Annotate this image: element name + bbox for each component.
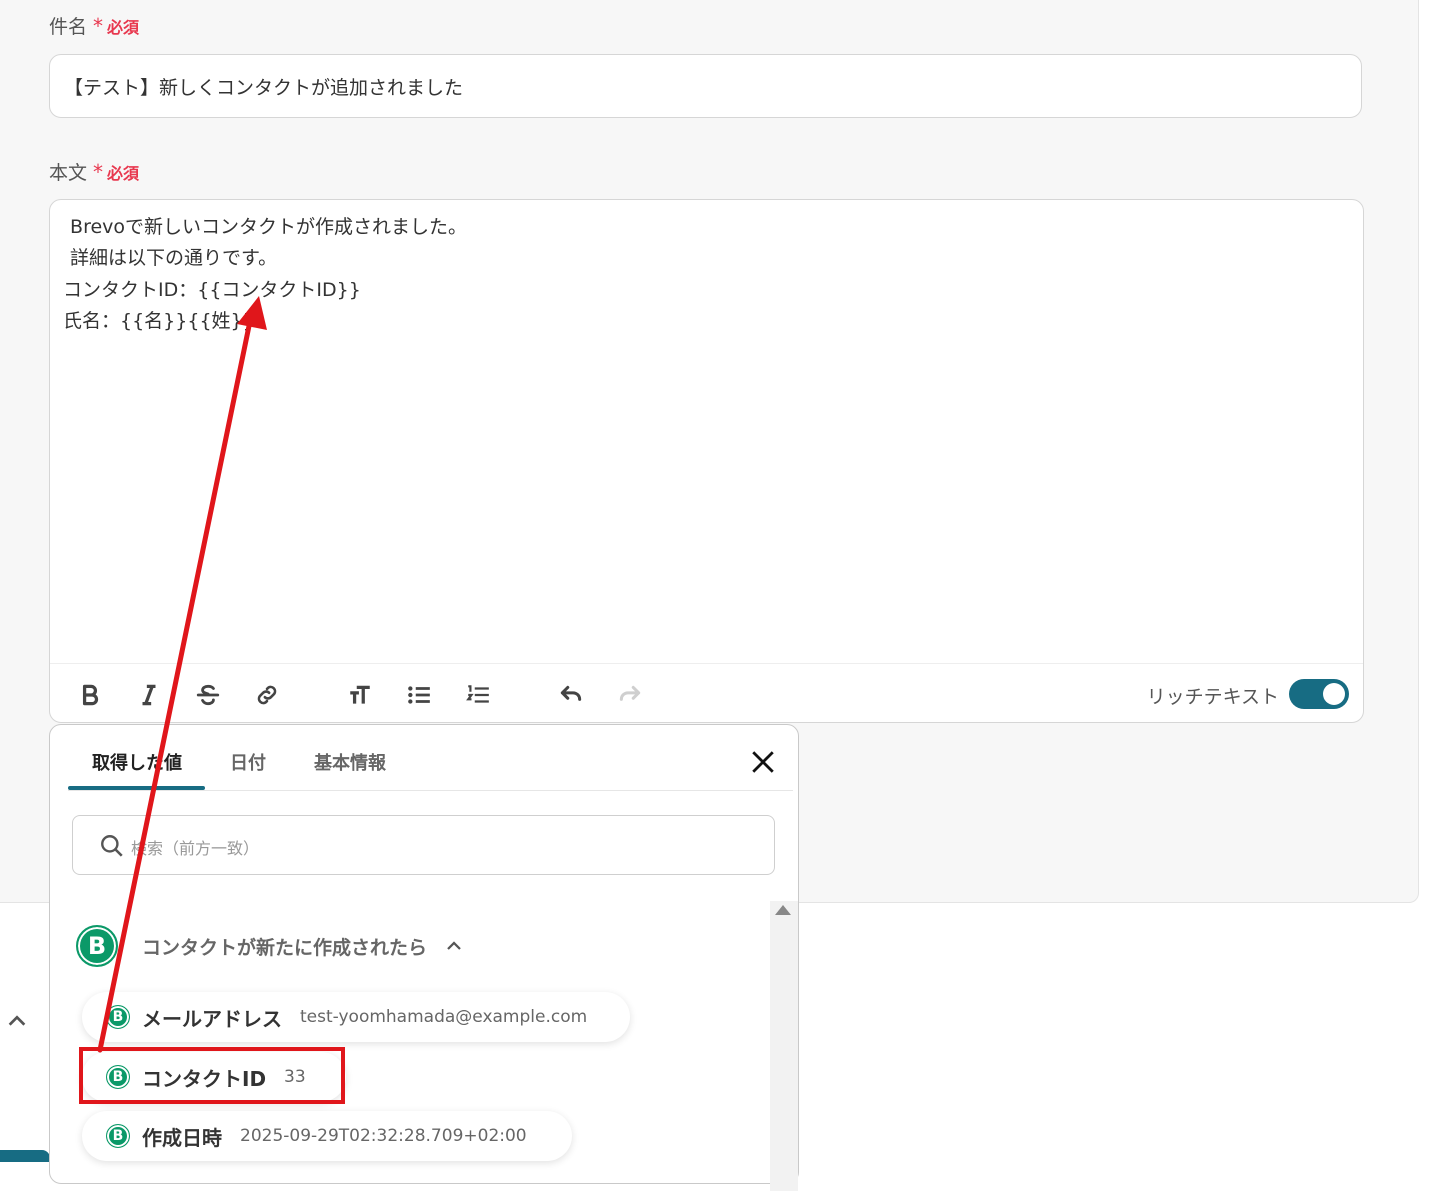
subject-value: 【テスト】新しくコンタクトが追加されました: [64, 76, 464, 99]
body-label-text: 本文: [49, 162, 88, 184]
chevron-up-icon[interactable]: [445, 937, 463, 955]
tab-acquired-values[interactable]: 取得した値: [92, 749, 182, 775]
body-label: 本文 * 必須: [49, 158, 139, 185]
chip-value: 2025-09-29T02:32:28.709+02:00: [240, 1126, 527, 1146]
search-input[interactable]: 検索（前方一致）: [72, 815, 775, 875]
body-line: コンタクトID：{{コンタクトID}}: [63, 279, 361, 301]
text-size-icon[interactable]: [345, 680, 375, 710]
undo-icon[interactable]: [556, 680, 586, 710]
bottom-tab-stub[interactable]: [0, 1150, 50, 1162]
value-picker-popup: 取得した値 日付 基本情報 検索（前方一致） B コンタクトが新たに作成されたら…: [49, 724, 799, 1191]
italic-icon[interactable]: [134, 680, 164, 710]
link-icon[interactable]: [252, 680, 282, 710]
subject-label: 件名 * 必須: [49, 12, 139, 39]
required-star: *: [93, 159, 104, 184]
editor-toolbar: リッチテキスト: [50, 663, 1363, 724]
required-text: 必須: [107, 163, 140, 183]
numbered-list-icon[interactable]: [463, 680, 493, 710]
chevron-up-icon[interactable]: [6, 1010, 28, 1032]
chip-value: test-yoomhamada@example.com: [300, 1007, 588, 1027]
body-line: 氏名：{{名}}{{姓}}: [63, 310, 255, 332]
value-chip-created-at[interactable]: B 作成日時 2025-09-29T02:32:28.709+02:00: [82, 1111, 572, 1161]
scroll-up-arrow-icon[interactable]: [775, 905, 791, 915]
bold-icon[interactable]: [75, 680, 105, 710]
tab-basic-info[interactable]: 基本情報: [314, 749, 386, 775]
subject-input[interactable]: 【テスト】新しくコンタクトが追加されました: [49, 54, 1362, 118]
body-line: Brevoで新しいコンタクトが作成されました。: [64, 216, 468, 238]
redo-icon: [615, 680, 645, 710]
required-text: 必須: [107, 17, 140, 37]
required-star: *: [93, 13, 104, 38]
rich-text-toggle[interactable]: [1289, 679, 1349, 709]
search-icon: [101, 835, 123, 857]
value-chip-email[interactable]: B メールアドレス test-yoomhamada@example.com: [82, 992, 630, 1042]
toggle-knob: [1323, 683, 1345, 705]
rich-text-label: リッチテキスト: [1146, 686, 1279, 708]
scrollbar[interactable]: [770, 901, 798, 1191]
strikethrough-icon[interactable]: [193, 680, 223, 710]
group-title: コンタクトが新たに作成されたら: [142, 936, 428, 959]
trigger-group-header[interactable]: B コンタクトが新たに作成されたら: [76, 925, 463, 967]
tab-date[interactable]: 日付: [230, 749, 266, 775]
body-line: 詳細は以下の通りです。: [64, 247, 278, 269]
bulleted-list-icon[interactable]: [404, 680, 434, 710]
brevo-logo-icon: B: [106, 1124, 130, 1148]
body-editor[interactable]: Brevoで新しいコンタクトが作成されました。 詳細は以下の通りです。 コンタク…: [49, 199, 1364, 723]
subject-label-text: 件名: [49, 16, 88, 38]
chip-name: メールアドレス: [142, 1006, 282, 1031]
chip-name: 作成日時: [142, 1125, 222, 1150]
brevo-logo-icon: B: [76, 925, 118, 967]
annotation-highlight-box: [79, 1047, 345, 1104]
search-placeholder: 検索（前方一致）: [131, 839, 260, 858]
brevo-logo-icon: B: [106, 1005, 130, 1029]
close-icon[interactable]: [750, 749, 776, 775]
tab-divider: [68, 790, 793, 791]
